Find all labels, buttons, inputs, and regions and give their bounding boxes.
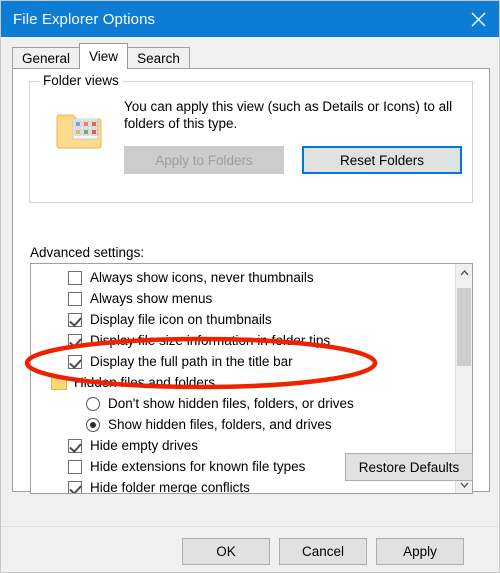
reset-folders-button[interactable]: Reset Folders (302, 146, 462, 174)
cancel-label: Cancel (301, 544, 345, 559)
dialog-button-bar: OK Cancel Apply (1, 526, 499, 572)
list-item[interactable]: Always show icons, never thumbnails (31, 267, 455, 288)
restore-defaults-label: Restore Defaults (358, 459, 460, 475)
tab-page-view: Folder views You can apply this view (su… (12, 68, 490, 494)
list-item[interactable]: Display the full path in the title bar (31, 351, 455, 372)
folder-views-group: Folder views You can apply this view (su… (29, 73, 473, 203)
reset-folders-label: Reset Folders (339, 152, 425, 168)
checkbox-checked-icon[interactable] (68, 438, 82, 453)
folder-views-description: You can apply this view (such as Details… (124, 99, 453, 131)
checkbox-checked-icon[interactable] (68, 312, 82, 327)
tab-strip: General View Search (12, 43, 490, 69)
checkbox-checked-icon[interactable] (68, 354, 82, 369)
scrollbar-thumb[interactable] (457, 288, 471, 366)
ok-label: OK (216, 544, 236, 559)
list-item-label: Hide extensions for known file types (90, 459, 306, 474)
list-item[interactable]: Always show menus (31, 288, 455, 309)
checkbox-checked-icon[interactable] (68, 333, 82, 348)
list-item-label: Hide folder merge conflicts (90, 480, 250, 494)
tab-view-label: View (89, 49, 119, 64)
folder-icon (51, 376, 67, 390)
list-item-label: Display file size information in folder … (90, 333, 331, 348)
list-item-label: Hide empty drives (90, 438, 199, 453)
list-item-label: Show hidden files, folders, and drives (108, 417, 332, 432)
tab-general[interactable]: General (12, 47, 81, 69)
radio-selected-icon[interactable] (86, 417, 100, 432)
cancel-button[interactable]: Cancel (279, 538, 367, 565)
dialog-body: General View Search Folder views You can… (1, 37, 499, 526)
list-item-label: Always show menus (90, 291, 213, 306)
checkbox-unchecked-icon[interactable] (68, 291, 82, 306)
file-explorer-options-dialog: File Explorer Options General View Searc… (0, 0, 500, 573)
tab-general-label: General (22, 51, 71, 66)
folder-views-icon (56, 108, 104, 152)
apply-label: Apply (403, 544, 437, 559)
list-item[interactable]: Hidden files and folders (31, 372, 455, 393)
tab-search[interactable]: Search (127, 47, 190, 69)
apply-to-folders-button[interactable]: Apply to Folders (124, 146, 284, 174)
list-item-label: Display file icon on thumbnails (90, 312, 272, 327)
folder-views-legend: Folder views (39, 73, 123, 88)
apply-button[interactable]: Apply (376, 538, 464, 565)
radio-unselected-icon[interactable] (86, 396, 100, 411)
list-item[interactable]: Show hidden files, folders, and drives (31, 414, 455, 435)
list-item[interactable]: Display file icon on thumbnails (31, 309, 455, 330)
list-item[interactable]: Don't show hidden files, folders, or dri… (31, 393, 455, 414)
ok-button[interactable]: OK (182, 538, 270, 565)
list-item-label: Don't show hidden files, folders, or dri… (108, 396, 354, 411)
checkbox-checked-icon[interactable] (68, 480, 82, 493)
checkbox-unchecked-icon[interactable] (68, 459, 82, 474)
tab-search-label: Search (137, 51, 180, 66)
list-item-label: Always show icons, never thumbnails (90, 270, 314, 285)
advanced-settings-label: Advanced settings: (30, 245, 145, 260)
list-item-label: Hidden files and folders (74, 375, 216, 390)
tab-view[interactable]: View (79, 43, 129, 69)
title-bar: File Explorer Options (1, 1, 499, 37)
checkbox-unchecked-icon[interactable] (68, 270, 82, 285)
list-item[interactable]: Display file size information in folder … (31, 330, 455, 351)
close-icon[interactable] (455, 1, 499, 37)
window-title: File Explorer Options (13, 10, 156, 28)
apply-to-folders-label: Apply to Folders (155, 152, 253, 168)
chevron-up-icon[interactable] (456, 264, 472, 281)
list-item-label: Display the full path in the title bar (90, 354, 293, 369)
restore-defaults-button[interactable]: Restore Defaults (345, 453, 473, 481)
